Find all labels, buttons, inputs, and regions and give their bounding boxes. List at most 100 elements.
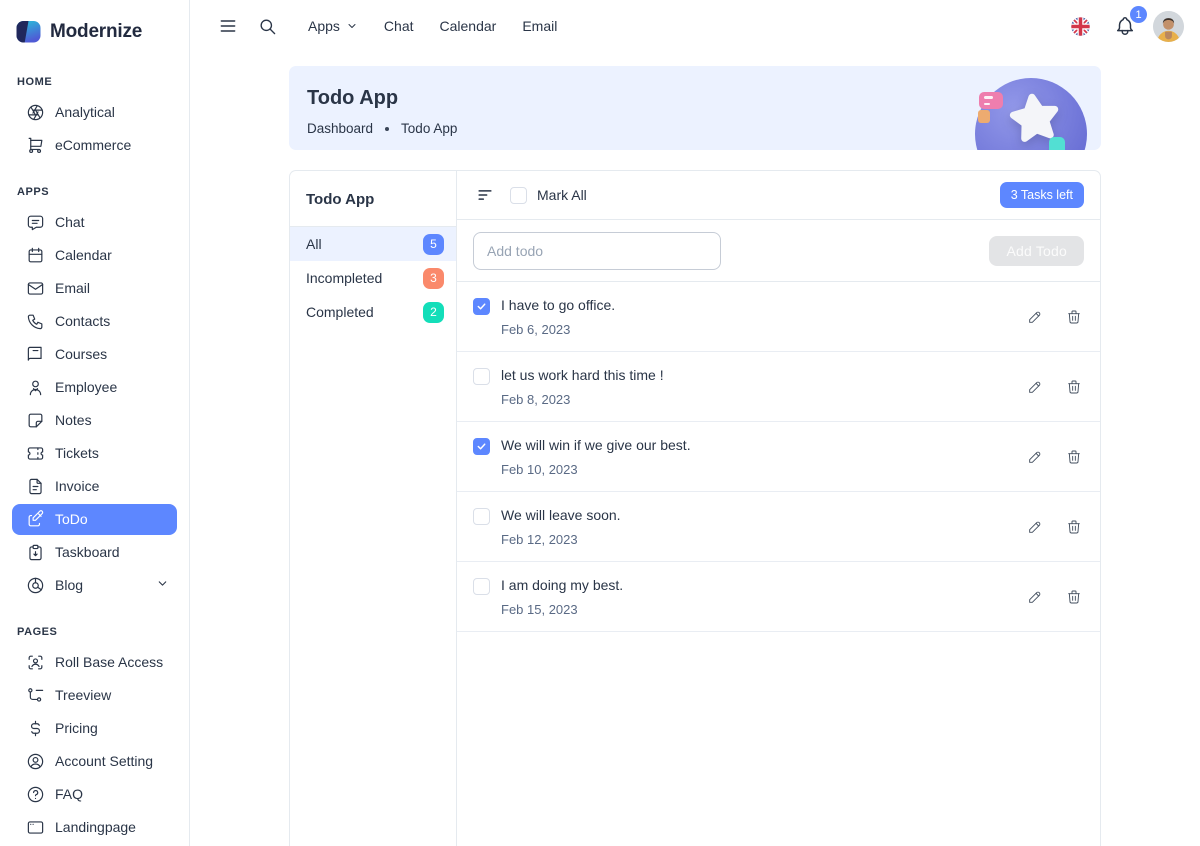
delete-todo-button[interactable] (1064, 587, 1084, 607)
todo-toolbar: Mark All 3 Tasks left (457, 171, 1100, 220)
sidebar-item-treeview[interactable]: Treeview (12, 680, 177, 711)
brand-logo[interactable]: Modernize (0, 12, 189, 53)
topnav-item-label: Apps (308, 18, 340, 34)
search-icon (258, 17, 277, 36)
todo-item-checkbox[interactable] (473, 508, 490, 525)
sidebar-item-tickets[interactable]: Tickets (12, 438, 177, 469)
todo-item: We will leave soon.Feb 12, 2023 (457, 492, 1100, 562)
sort-lines-icon (475, 185, 495, 205)
blog-icon (26, 576, 45, 595)
topnav-item-email[interactable]: Email (509, 11, 570, 41)
clipboard-icon (26, 543, 45, 562)
sidebar-item-courses[interactable]: Courses (12, 339, 177, 370)
pencil-icon (1027, 589, 1043, 605)
todo-filter-incompleted[interactable]: Incompleted3 (290, 261, 456, 295)
edit-icon (26, 510, 45, 529)
edit-todo-button[interactable] (1025, 447, 1045, 467)
sidebar-item-landingpage[interactable]: Landingpage (12, 812, 177, 843)
sidebar-item-label: Pricing (55, 720, 98, 737)
phone-icon (26, 312, 45, 331)
trash-icon (1066, 519, 1082, 535)
todo-item-date: Feb 8, 2023 (501, 392, 664, 407)
topnav-item-label: Chat (384, 18, 414, 34)
check-icon (476, 441, 487, 452)
sidebar-section-apps: APPS (0, 163, 189, 205)
trash-icon (1066, 309, 1082, 325)
search-button[interactable] (252, 11, 283, 42)
sidebar-nav: HOMEAnalyticaleCommerceAPPSChatCalendarE… (0, 53, 189, 843)
todo-filter-count-badge: 2 (423, 302, 444, 323)
edit-todo-button[interactable] (1025, 587, 1045, 607)
todo-item-date: Feb 10, 2023 (501, 462, 691, 477)
sidebar-section-pages: PAGES (0, 603, 189, 645)
app-root: Modernize HOMEAnalyticaleCommerceAPPSCha… (0, 0, 1200, 846)
trash-icon (1066, 449, 1082, 465)
sidebar-item-account-setting[interactable]: Account Setting (12, 746, 177, 777)
todo-filter-panel: Todo App All5Incompleted3Completed2 (290, 171, 457, 846)
sidebar-item-chat[interactable]: Chat (12, 207, 177, 238)
menu-toggle-button[interactable] (212, 10, 244, 42)
sidebar-item-notes[interactable]: Notes (12, 405, 177, 436)
notifications-button[interactable]: 1 (1108, 9, 1142, 43)
breadcrumb-item-dashboard[interactable]: Dashboard (307, 121, 373, 136)
edit-todo-button[interactable] (1025, 307, 1045, 327)
sidebar-item-analytical[interactable]: Analytical (12, 97, 177, 128)
note-icon (26, 411, 45, 430)
sidebar-item-blog[interactable]: Blog (12, 570, 177, 601)
todo-filter-count-badge: 5 (423, 234, 444, 255)
todo-illustration-square (978, 110, 990, 123)
delete-todo-button[interactable] (1064, 447, 1084, 467)
brand-logo-icon (15, 18, 42, 45)
todo-item-checkbox[interactable] (473, 298, 490, 315)
delete-todo-button[interactable] (1064, 307, 1084, 327)
user-scan-icon (26, 653, 45, 672)
todo-item-checkbox[interactable] (473, 368, 490, 385)
language-flag-button[interactable] (1064, 10, 1097, 43)
sidebar-item-contacts[interactable]: Contacts (12, 306, 177, 337)
sidebar-item-employee[interactable]: Employee (12, 372, 177, 403)
edit-todo-button[interactable] (1025, 517, 1045, 537)
todo-illustration-card (979, 92, 1003, 109)
sidebar-item-faq[interactable]: FAQ (12, 779, 177, 810)
sidebar-item-roll-base-access[interactable]: Roll Base Access (12, 647, 177, 678)
sidebar-item-taskboard[interactable]: Taskboard (12, 537, 177, 568)
topnav-item-chat[interactable]: Chat (371, 11, 427, 41)
check-icon (476, 301, 487, 312)
todo-item-text: I am doing my best.Feb 15, 2023 (501, 577, 623, 617)
todo-item-actions (1025, 307, 1084, 327)
delete-todo-button[interactable] (1064, 517, 1084, 537)
profile-avatar[interactable] (1153, 11, 1184, 42)
add-todo-input[interactable] (473, 232, 721, 270)
todo-filter-all[interactable]: All5 (290, 227, 456, 261)
mail-icon (26, 279, 45, 298)
todo-item-checkbox[interactable] (473, 578, 490, 595)
invoice-icon (26, 477, 45, 496)
tree-icon (26, 686, 45, 705)
delete-todo-button[interactable] (1064, 377, 1084, 397)
todo-illustration-bar (1049, 137, 1065, 150)
todo-app-card: Todo App All5Incompleted3Completed2 Mark… (289, 170, 1101, 846)
sidebar-item-pricing[interactable]: Pricing (12, 713, 177, 744)
todo-item-checkbox[interactable] (473, 438, 490, 455)
flag-uk-icon (1070, 16, 1091, 37)
user-circle-icon (26, 752, 45, 771)
todo-filter-label: Incompleted (306, 270, 382, 286)
topnav-item-calendar[interactable]: Calendar (427, 11, 510, 41)
sidebar-item-email[interactable]: Email (12, 273, 177, 304)
todo-filter-completed[interactable]: Completed2 (290, 295, 456, 329)
sidebar-item-todo[interactable]: ToDo (12, 504, 177, 535)
todo-item-text: let us work hard this time !Feb 8, 2023 (501, 367, 664, 407)
aperture-icon (26, 103, 45, 122)
add-todo-button[interactable]: Add Todo (989, 236, 1084, 266)
mark-all-checkbox[interactable] (510, 187, 527, 204)
pencil-icon (1027, 379, 1043, 395)
sidebar-item-calendar[interactable]: Calendar (12, 240, 177, 271)
topnav-item-apps[interactable]: Apps (295, 11, 371, 41)
edit-todo-button[interactable] (1025, 377, 1045, 397)
sidebar-item-label: Email (55, 280, 90, 297)
topbar: Apps Chat CalendarEmail (190, 0, 1200, 52)
sidebar-item-invoice[interactable]: Invoice (12, 471, 177, 502)
sidebar-item-label: Invoice (55, 478, 99, 495)
sidebar-item-ecommerce[interactable]: eCommerce (12, 130, 177, 161)
sort-tasks-button[interactable] (473, 183, 497, 207)
